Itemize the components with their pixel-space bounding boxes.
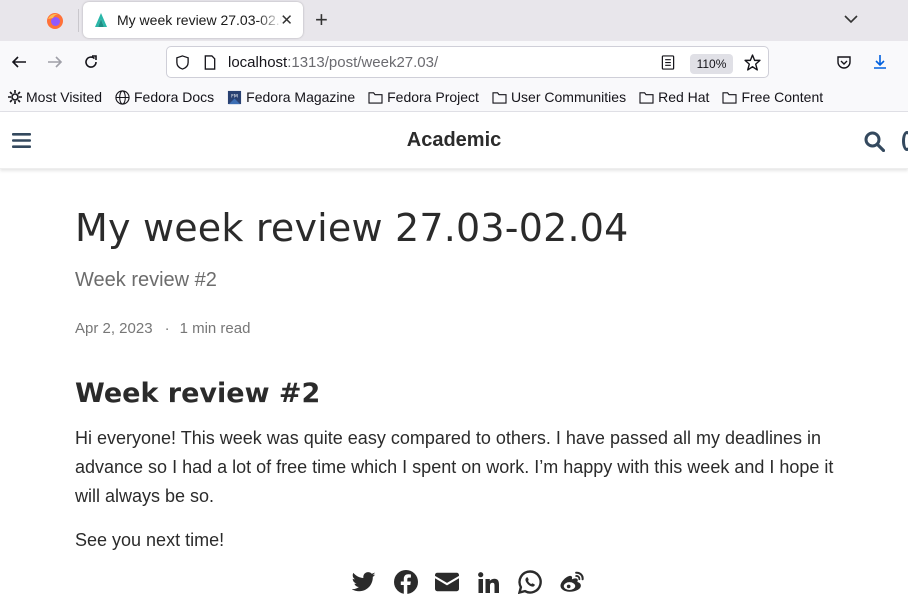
share-bar [352, 570, 601, 594]
url-bar[interactable]: localhost:1313/post/week27.03/ 110% [166, 46, 769, 78]
zoom-level-badge[interactable]: 110% [690, 54, 733, 74]
tab-bar: My week review 27.03-02.04 ✕ + [0, 0, 908, 41]
firefox-view-icon[interactable] [44, 10, 66, 32]
article-meta: Apr 2, 2023 · 1 min read [75, 320, 250, 337]
bookmark-free-content[interactable]: Free Content [722, 89, 823, 105]
bookmark-fedora-docs[interactable]: Fedora Docs [115, 89, 214, 105]
email-icon[interactable] [435, 570, 459, 594]
folder-icon [368, 91, 383, 104]
gear-icon [8, 90, 22, 104]
chevron-down-icon[interactable] [844, 12, 858, 31]
reload-icon[interactable] [80, 51, 102, 73]
article-subtitle: Week review #2 [75, 269, 217, 291]
bookmark-red-hat[interactable]: Red Hat [639, 89, 709, 105]
facebook-icon[interactable] [393, 570, 418, 594]
theme-toggle-icon[interactable] [902, 131, 908, 151]
section-heading: Week review #2 [75, 378, 321, 409]
fedora-magazine-icon: FM [228, 90, 242, 104]
close-tab-icon[interactable]: ✕ [280, 11, 293, 29]
reader-view-icon[interactable] [661, 55, 675, 70]
article-paragraph: Hi everyone! This week was quite easy co… [75, 428, 834, 506]
search-icon[interactable] [864, 131, 886, 157]
twitter-icon[interactable] [352, 570, 376, 594]
bookmarks-toolbar: Most Visited Fedora Docs FM Fedora Magaz… [0, 83, 908, 112]
download-icon[interactable] [869, 51, 891, 73]
site-navbar: Academic [0, 112, 908, 169]
meta-separator: · [164, 320, 170, 337]
new-tab-icon[interactable]: + [315, 8, 328, 32]
bookmark-user-communities[interactable]: User Communities [492, 89, 626, 105]
back-arrow-icon[interactable] [8, 51, 30, 73]
whatsapp-icon[interactable] [518, 570, 542, 594]
forward-arrow-icon[interactable] [44, 51, 66, 73]
site-favicon-icon [95, 13, 107, 27]
folder-icon [722, 91, 737, 104]
navigation-toolbar: localhost:1313/post/week27.03/ 110% [0, 41, 908, 83]
folder-icon [492, 91, 507, 104]
tab-separator [78, 9, 79, 32]
page-icon[interactable] [203, 55, 217, 70]
tab-active[interactable]: My week review 27.03-02.04 ✕ [83, 2, 303, 38]
article-date: Apr 2, 2023 [75, 320, 153, 337]
site-brand[interactable]: Academic [0, 129, 908, 152]
folder-icon [639, 91, 654, 104]
pocket-icon[interactable] [833, 51, 855, 73]
article-closing: See you next time! [75, 530, 225, 550]
tab-title: My week review 27.03-02.04 [117, 12, 282, 28]
article-read-time: 1 min read [179, 320, 251, 337]
linkedin-icon[interactable] [477, 570, 501, 594]
article-title: My week review 27.03-02.04 [75, 206, 629, 250]
bookmark-fedora-magazine[interactable]: FM Fedora Magazine [227, 89, 355, 105]
weibo-icon[interactable] [559, 570, 584, 594]
globe-icon [115, 89, 130, 105]
bookmark-most-visited[interactable]: Most Visited [8, 89, 102, 105]
shield-icon[interactable] [175, 55, 190, 70]
url-text[interactable]: localhost:1313/post/week27.03/ [228, 54, 438, 71]
bookmark-fedora-project[interactable]: Fedora Project [368, 89, 479, 105]
bookmark-star-icon[interactable] [744, 54, 761, 71]
